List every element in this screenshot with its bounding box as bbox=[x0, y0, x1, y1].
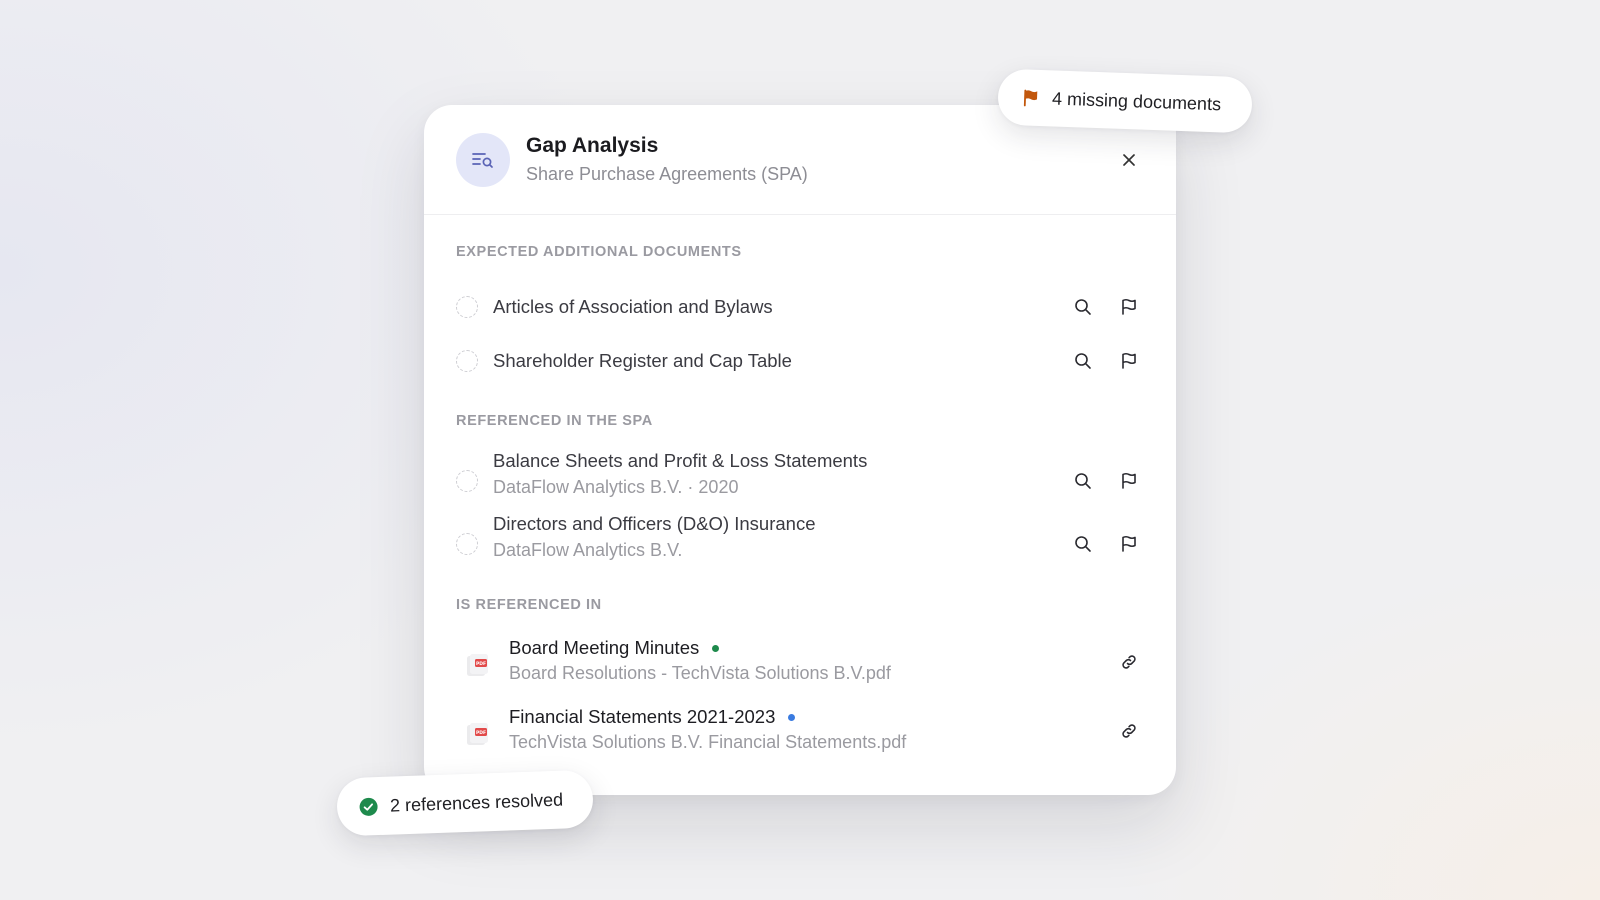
flag-icon bbox=[1122, 535, 1136, 552]
list-item: Shareholder Register and Cap Table bbox=[456, 339, 1140, 383]
link-icon bbox=[1122, 655, 1136, 669]
close-button[interactable] bbox=[1118, 149, 1140, 171]
pdf-file-icon: PDF bbox=[464, 652, 490, 678]
pdf-file-icon: PDF bbox=[464, 721, 490, 747]
search-list-icon bbox=[456, 133, 510, 187]
flag-button[interactable] bbox=[1118, 533, 1140, 555]
panel-title: Gap Analysis bbox=[526, 134, 659, 157]
search-icon bbox=[1075, 299, 1091, 315]
link-button[interactable] bbox=[1118, 720, 1140, 742]
document-subtitle: DataFlow Analytics B.V. bbox=[493, 540, 683, 560]
section-label-referenced-in-spa: REFERENCED IN THE SPA bbox=[456, 413, 653, 429]
reference-filename: TechVista Solutions B.V. Financial State… bbox=[509, 732, 907, 752]
flag-button[interactable] bbox=[1118, 296, 1140, 318]
search-button[interactable] bbox=[1072, 296, 1094, 318]
flag-button[interactable] bbox=[1118, 350, 1140, 372]
search-icon bbox=[1075, 473, 1091, 489]
check-circle-icon bbox=[359, 797, 378, 816]
svg-text:PDF: PDF bbox=[476, 661, 486, 667]
close-icon bbox=[1123, 154, 1135, 166]
references-resolved-badge[interactable]: 2 references resolved bbox=[336, 769, 594, 837]
list-item[interactable]: PDF Board Meeting Minutes Board Resoluti… bbox=[456, 637, 1140, 693]
flag-button[interactable] bbox=[1118, 470, 1140, 492]
flag-icon bbox=[1122, 472, 1136, 489]
document-title: Shareholder Register and Cap Table bbox=[493, 350, 792, 371]
search-button[interactable] bbox=[1072, 470, 1094, 492]
link-icon bbox=[1122, 724, 1136, 738]
document-title: Directors and Officers (D&O) Insurance bbox=[493, 513, 816, 534]
status-radio[interactable] bbox=[456, 533, 478, 555]
document-title: Balance Sheets and Profit & Loss Stateme… bbox=[493, 450, 868, 471]
list-item: Balance Sheets and Profit & Loss Stateme… bbox=[456, 448, 1140, 508]
section-label-expected: EXPECTED ADDITIONAL DOCUMENTS bbox=[456, 244, 742, 260]
list-item: Directors and Officers (D&O) Insurance D… bbox=[456, 511, 1140, 571]
status-radio[interactable] bbox=[456, 296, 478, 318]
search-button[interactable] bbox=[1072, 350, 1094, 372]
reference-title: Financial Statements 2021-2023 bbox=[509, 706, 796, 728]
status-radio[interactable] bbox=[456, 350, 478, 372]
svg-text:PDF: PDF bbox=[476, 730, 486, 736]
gap-analysis-panel: Gap Analysis Share Purchase Agreements (… bbox=[424, 105, 1176, 795]
list-item: Articles of Association and Bylaws bbox=[456, 285, 1140, 329]
status-dot bbox=[788, 713, 796, 721]
document-subtitle: DataFlow Analytics B.V. · 2020 bbox=[493, 477, 739, 497]
search-icon bbox=[1075, 353, 1091, 369]
flag-icon bbox=[1122, 298, 1136, 315]
section-label-is-referenced-in: IS REFERENCED IN bbox=[456, 597, 602, 613]
reference-title: Board Meeting Minutes bbox=[509, 637, 720, 659]
missing-documents-text: 4 missing documents bbox=[1051, 87, 1222, 114]
flag-icon bbox=[1122, 352, 1136, 369]
flag-icon bbox=[1023, 89, 1038, 107]
link-button[interactable] bbox=[1118, 651, 1140, 673]
reference-filename: Board Resolutions - TechVista Solutions … bbox=[509, 663, 891, 683]
search-button[interactable] bbox=[1072, 533, 1094, 555]
document-title: Articles of Association and Bylaws bbox=[493, 296, 773, 317]
panel-subtitle: Share Purchase Agreements (SPA) bbox=[526, 164, 808, 184]
status-radio[interactable] bbox=[456, 470, 478, 492]
missing-documents-badge[interactable]: 4 missing documents bbox=[997, 68, 1253, 134]
references-resolved-text: 2 references resolved bbox=[389, 789, 564, 816]
status-dot bbox=[712, 644, 720, 652]
search-icon bbox=[1075, 536, 1091, 552]
list-item[interactable]: PDF Financial Statements 2021-2023 TechV… bbox=[456, 706, 1140, 762]
